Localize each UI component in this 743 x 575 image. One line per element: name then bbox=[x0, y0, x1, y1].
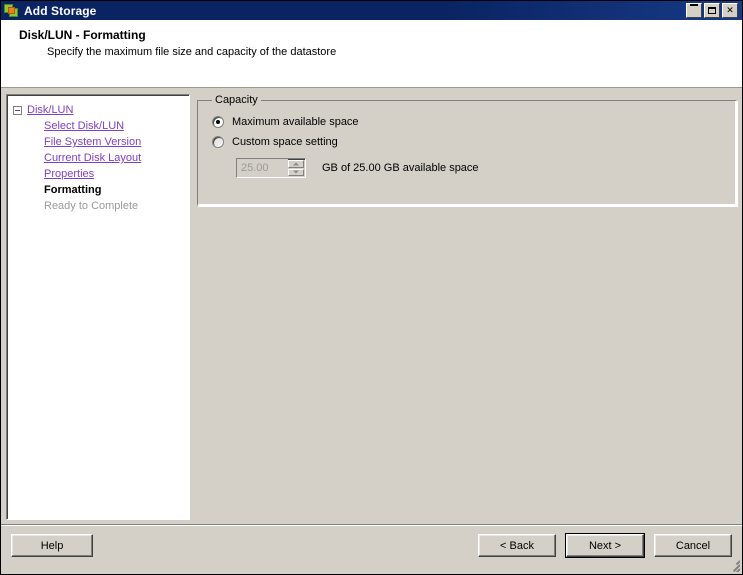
capacity-available-label: GB of 25.00 GB available space bbox=[322, 162, 479, 174]
back-button[interactable]: < Back bbox=[478, 534, 556, 557]
navigation-buttons: < Back Next > Cancel bbox=[478, 533, 732, 558]
minimize-icon[interactable] bbox=[686, 3, 702, 18]
spinner-buttons bbox=[288, 159, 305, 177]
capacity-legend: Capacity bbox=[215, 94, 258, 106]
radio-maximum-available-space[interactable]: Maximum available space bbox=[212, 112, 726, 132]
page-title: Disk/LUN - Formatting bbox=[19, 28, 146, 42]
vmware-app-icon bbox=[4, 3, 20, 19]
sidebar-item-properties[interactable]: Properties bbox=[13, 166, 185, 182]
radio-selected-icon[interactable] bbox=[212, 116, 224, 128]
dialog-body: Disk/LUN Select Disk/LUN File System Ver… bbox=[1, 88, 742, 520]
title-bar[interactable]: Add Storage ✕ bbox=[1, 1, 742, 20]
tree-step-label[interactable]: Properties bbox=[44, 168, 94, 180]
tree-step-label-future: Ready to Complete bbox=[44, 200, 139, 212]
radio-unselected-icon[interactable] bbox=[212, 136, 224, 148]
sidebar-item-file-system-version[interactable]: File System Version bbox=[13, 134, 185, 150]
wizard-header: Disk/LUN - Formatting Specify the maximu… bbox=[1, 20, 742, 88]
wizard-step-tree: Disk/LUN Select Disk/LUN File System Ver… bbox=[6, 94, 190, 520]
content-panel: Capacity Maximum available space Custom … bbox=[190, 94, 737, 520]
resize-grip[interactable] bbox=[726, 558, 740, 572]
custom-space-row: 25.00 GB of 25.00 GB available space bbox=[236, 158, 726, 178]
page-subtitle: Specify the maximum file size and capaci… bbox=[47, 46, 337, 58]
radio-label: Maximum available space bbox=[232, 116, 359, 128]
sidebar-item-formatting: Formatting bbox=[13, 182, 185, 198]
window-title: Add Storage bbox=[24, 3, 97, 18]
tree-root-label[interactable]: Disk/LUN bbox=[27, 104, 73, 116]
spin-down-arrow-icon[interactable] bbox=[288, 168, 304, 176]
sidebar-item-select-disk-lun[interactable]: Select Disk/LUN bbox=[13, 118, 185, 134]
capacity-groupbox: Capacity Maximum available space Custom … bbox=[197, 94, 737, 206]
tree-step-label[interactable]: File System Version bbox=[44, 136, 141, 148]
radio-custom-space-setting[interactable]: Custom space setting bbox=[212, 132, 726, 152]
next-button[interactable]: Next > bbox=[565, 533, 645, 558]
help-button[interactable]: Help bbox=[11, 534, 93, 557]
dialog-footer: Help < Back Next > Cancel bbox=[1, 526, 742, 574]
add-storage-dialog: Add Storage ✕ Disk/LUN - Formatting Spec… bbox=[0, 0, 743, 575]
window-controls: ✕ bbox=[686, 3, 741, 18]
capacity-spinner[interactable]: 25.00 bbox=[236, 158, 306, 178]
sidebar-item-ready-to-complete: Ready to Complete bbox=[13, 198, 185, 214]
spin-up-arrow-icon[interactable] bbox=[288, 160, 304, 168]
close-icon[interactable]: ✕ bbox=[722, 3, 738, 18]
minus-box-icon[interactable] bbox=[13, 105, 22, 115]
maximize-icon[interactable] bbox=[704, 3, 720, 18]
radio-label: Custom space setting bbox=[232, 136, 338, 148]
tree-step-label[interactable]: Select Disk/LUN bbox=[44, 120, 124, 132]
tree-step-label[interactable]: Current Disk Layout bbox=[44, 152, 141, 164]
capacity-input[interactable]: 25.00 bbox=[237, 159, 288, 177]
tree-step-label-current: Formatting bbox=[44, 184, 102, 196]
sidebar-item-current-disk-layout[interactable]: Current Disk Layout bbox=[13, 150, 185, 166]
tree-root-disk-lun[interactable]: Disk/LUN bbox=[13, 102, 185, 118]
cancel-button[interactable]: Cancel bbox=[654, 534, 732, 557]
